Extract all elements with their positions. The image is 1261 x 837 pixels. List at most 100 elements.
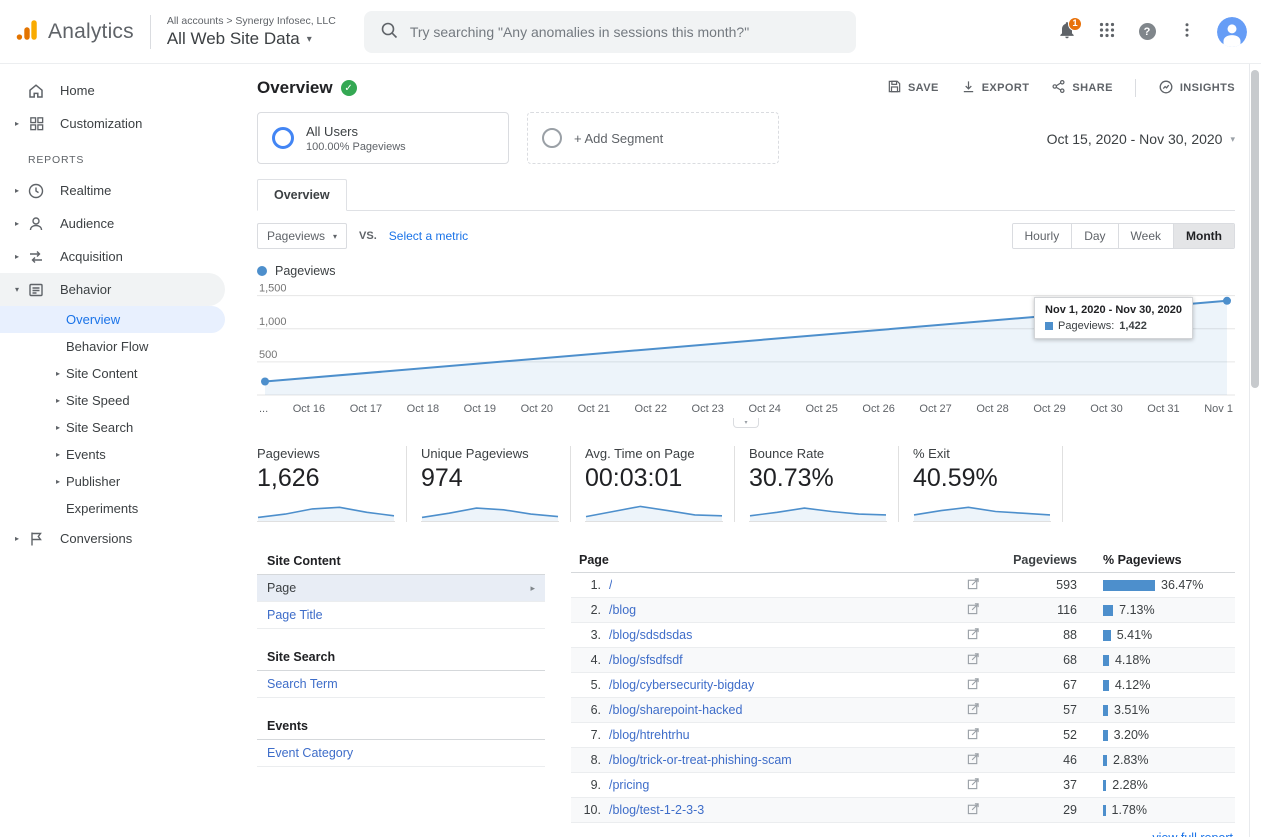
page-link[interactable]: /pricing — [609, 778, 649, 792]
sidebar-item-realtime[interactable]: ▸ Realtime — [0, 174, 225, 207]
sidebar-item-site-search[interactable]: ▸ Site Search — [0, 414, 225, 441]
row-rank: 4. — [579, 653, 601, 667]
open-page-icon[interactable] — [967, 777, 980, 793]
save-icon — [887, 79, 902, 97]
sidebar-item-publisher[interactable]: ▸ Publisher — [0, 468, 225, 495]
tab-overview[interactable]: Overview — [257, 179, 347, 211]
search-bar[interactable] — [364, 11, 856, 53]
apps-grid-button[interactable] — [1089, 14, 1125, 50]
open-page-icon[interactable] — [967, 702, 980, 718]
open-page-icon[interactable] — [967, 652, 980, 668]
metric-card[interactable]: Unique Pageviews 974 — [421, 446, 571, 522]
x-axis-tick: Oct 24 — [748, 403, 780, 417]
pageviews-chart[interactable]: 5001,0001,500 Nov 1, 2020 - Nov 30, 2020… — [257, 281, 1235, 428]
row-pageviews: 593 — [997, 578, 1077, 592]
sidebar-item-events[interactable]: ▸ Events — [0, 441, 225, 468]
table-row: 1. / 593 36.47% — [571, 573, 1235, 598]
more-options-button[interactable] — [1169, 14, 1205, 50]
metric-label: Pageviews — [257, 446, 394, 461]
sidebar-item-site-content[interactable]: ▸ Site Content — [0, 360, 225, 387]
row-pageviews: 46 — [997, 753, 1077, 767]
pct-bar — [1103, 580, 1155, 591]
analytics-logo[interactable]: Analytics — [10, 17, 134, 46]
notifications-button[interactable]: 1 — [1049, 14, 1085, 50]
column-header-pct-pageviews[interactable]: % Pageviews — [1077, 553, 1227, 567]
audience-person-icon — [26, 214, 46, 234]
page-link[interactable]: /blog/sdsdsdas — [609, 628, 692, 642]
granularity-week[interactable]: Week — [1118, 224, 1173, 248]
open-page-icon[interactable] — [967, 752, 980, 768]
open-page-icon[interactable] — [967, 677, 980, 693]
search-input[interactable] — [410, 24, 840, 40]
help-icon: ? — [1139, 23, 1156, 40]
sidebar-item-home[interactable]: Home — [0, 74, 225, 107]
sidebar-item-conversions[interactable]: ▸ Conversions — [0, 522, 225, 555]
page-link[interactable]: /blog/sfsdfsdf — [609, 653, 683, 667]
column-header-page[interactable]: Page — [579, 553, 949, 567]
svg-text:1,000: 1,000 — [259, 316, 287, 328]
page-link[interactable]: /blog/trick-or-treat-phishing-scam — [609, 753, 792, 767]
sidebar-item-site-speed[interactable]: ▸ Site Speed — [0, 387, 225, 414]
export-button[interactable]: EXPORT — [961, 79, 1030, 97]
dimension-page[interactable]: Page ▸ — [257, 575, 545, 602]
page-link[interactable]: /blog/test-1-2-3-3 — [609, 803, 704, 817]
scrollbar-thumb[interactable] — [1251, 70, 1259, 388]
granularity-month[interactable]: Month — [1173, 224, 1234, 248]
save-button[interactable]: SAVE — [887, 79, 939, 97]
dimension-search-term[interactable]: Search Term — [257, 671, 545, 698]
vs-label: VS. — [359, 230, 377, 242]
sidebar-item-customization[interactable]: ▸ Customization — [0, 107, 225, 140]
select-a-metric-link[interactable]: Select a metric — [389, 229, 468, 243]
metric-cards: Pageviews 1,626 Unique Pageviews 974 Avg… — [257, 446, 1235, 522]
row-rank: 5. — [579, 678, 601, 692]
metric-card[interactable]: Bounce Rate 30.73% — [749, 446, 899, 522]
sidebar-item-behavior-flow[interactable]: Behavior Flow — [0, 333, 225, 360]
share-button[interactable]: SHARE — [1051, 79, 1113, 97]
sidebar-item-acquisition[interactable]: ▸ Acquisition — [0, 240, 225, 273]
user-avatar[interactable] — [1217, 17, 1247, 47]
page-link[interactable]: /blog/sharepoint-hacked — [609, 703, 742, 717]
page-title: Overview — [257, 78, 333, 98]
chevron-right-icon: ▸ — [530, 583, 535, 594]
view-full-report-link[interactable]: view full report — [1152, 831, 1233, 837]
segment-all-users[interactable]: All Users 100.00% Pageviews — [257, 112, 509, 164]
sidebar-item-audience[interactable]: ▸ Audience — [0, 207, 225, 240]
x-axis-tick: Oct 17 — [350, 403, 382, 417]
metric-sparkline — [585, 498, 723, 522]
pct-label: 3.51% — [1114, 703, 1149, 717]
date-range-selector[interactable]: Oct 15, 2020 - Nov 30, 2020 ▾ — [1047, 114, 1235, 164]
help-button[interactable]: ? — [1129, 14, 1165, 50]
page-link[interactable]: /blog — [609, 603, 636, 617]
dimension-page-title[interactable]: Page Title — [257, 602, 545, 629]
chevron-down-icon: ▾ — [307, 34, 312, 45]
metric-select-dropdown[interactable]: Pageviews ▾ — [257, 223, 347, 249]
sidebar: Home ▸ Customization REPORTS ▸ Realtime … — [0, 64, 237, 837]
insights-button[interactable]: INSIGHTS — [1158, 79, 1235, 98]
sidebar-item-experiments[interactable]: Experiments — [0, 495, 225, 522]
granularity-hourly[interactable]: Hourly — [1013, 224, 1072, 248]
page-link[interactable]: /blog/cybersecurity-bigday — [609, 678, 754, 692]
metric-card[interactable]: % Exit 40.59% — [913, 446, 1063, 522]
metric-card[interactable]: Avg. Time on Page 00:03:01 — [585, 446, 735, 522]
granularity-day[interactable]: Day — [1071, 224, 1117, 248]
open-page-icon[interactable] — [967, 802, 980, 818]
open-page-icon[interactable] — [967, 727, 980, 743]
open-page-icon[interactable] — [967, 627, 980, 643]
page-link[interactable]: / — [609, 578, 612, 592]
pct-bar — [1103, 705, 1108, 716]
metric-card[interactable]: Pageviews 1,626 — [257, 446, 407, 522]
add-segment-button[interactable]: + Add Segment — [527, 112, 779, 164]
metric-label: Unique Pageviews — [421, 446, 558, 461]
page-link[interactable]: /blog/htrehtrhu — [609, 728, 690, 742]
axis-expand-handle[interactable]: ▾ — [733, 418, 759, 428]
open-page-icon[interactable] — [967, 577, 980, 593]
x-axis-tick: Oct 16 — [293, 403, 325, 417]
dimension-event-category[interactable]: Event Category — [257, 740, 545, 767]
column-header-pageviews[interactable]: Pageviews — [997, 553, 1077, 567]
sidebar-item-behavior-overview[interactable]: Overview — [0, 306, 225, 333]
open-page-icon[interactable] — [967, 602, 980, 618]
account-property-selector[interactable]: All accounts > Synergy Infosec, LLC All … — [167, 15, 336, 49]
pct-label: 1.78% — [1112, 803, 1147, 817]
verified-check-icon: ✓ — [341, 80, 357, 96]
sidebar-item-behavior[interactable]: ▾ Behavior — [0, 273, 225, 306]
